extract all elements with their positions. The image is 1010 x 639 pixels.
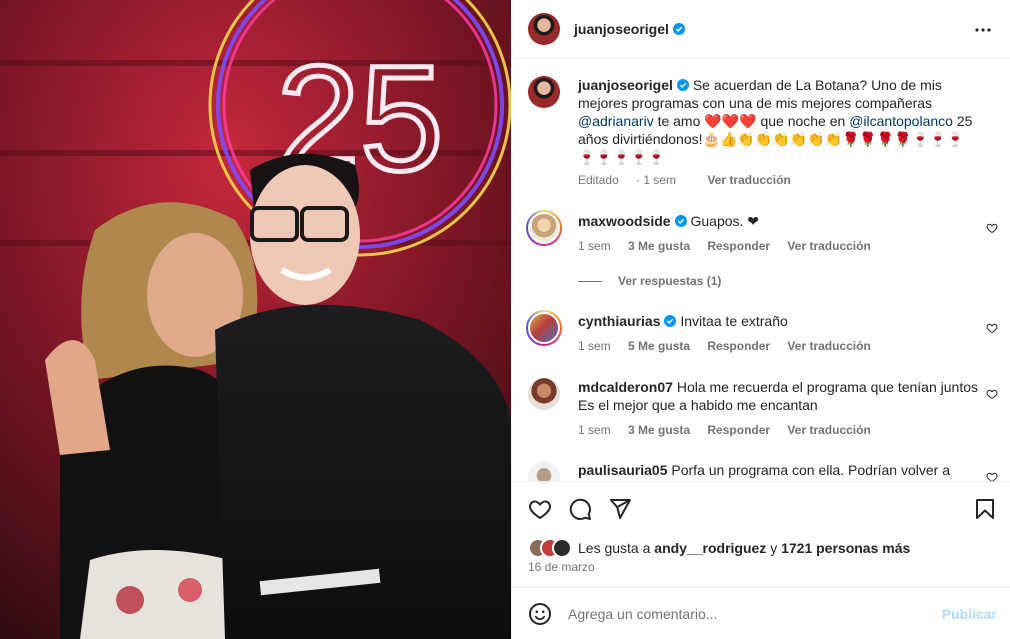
- comment-like-heart-icon[interactable]: [986, 471, 998, 481]
- comment-text: paulisauria05 Porfa un programa con ella…: [578, 462, 950, 478]
- author-avatar[interactable]: [528, 76, 560, 108]
- comment-item: maxwoodside Guapos. ❤ 1 sem 3 Me gusta R…: [526, 210, 998, 294]
- commenter-avatar[interactable]: [528, 378, 560, 410]
- comment-username[interactable]: cynthiaurias: [578, 313, 660, 329]
- bookmark-icon[interactable]: [973, 497, 997, 521]
- translate-button[interactable]: Ver traducción: [787, 339, 870, 353]
- liker-username[interactable]: andy__rodriguez: [654, 540, 766, 556]
- comment-likes-count[interactable]: 3 Me gusta: [628, 423, 690, 437]
- story-ring[interactable]: [526, 310, 562, 346]
- translate-button[interactable]: Ver traducción: [707, 173, 790, 187]
- translate-button[interactable]: Ver traducción: [787, 423, 870, 437]
- photo-illustration: 25: [0, 0, 511, 639]
- like-heart-icon[interactable]: [528, 497, 552, 521]
- post-photo[interactable]: 25: [0, 0, 511, 639]
- post-date[interactable]: 16 de marzo: [528, 560, 595, 574]
- verified-badge-icon: [676, 79, 689, 91]
- comment-meta: 1 sem 3 Me gusta Responder Ver traducció…: [578, 423, 871, 437]
- liker-avatar: [552, 538, 572, 558]
- likes-summary[interactable]: Les gusta a andy__rodriguez y 1721 perso…: [528, 538, 910, 558]
- verified-badge-icon: [672, 23, 685, 35]
- share-icon[interactable]: [608, 497, 632, 521]
- comment-username[interactable]: mdcalderon07: [578, 379, 673, 395]
- replies-line: [578, 280, 602, 282]
- post-actions: Les gusta a andy__rodriguez y 1721 perso…: [512, 481, 1010, 587]
- comments-list[interactable]: juanjoseorigel Se acuerdan de La Botana?…: [512, 60, 1010, 481]
- comment-text: maxwoodside Guapos. ❤: [578, 213, 760, 229]
- comment-meta: 1 sem 5 Me gusta Responder Ver traducció…: [578, 339, 871, 353]
- emoji-icon[interactable]: [528, 602, 552, 626]
- comment-icon[interactable]: [568, 497, 592, 521]
- more-options-icon[interactable]: [971, 18, 995, 42]
- comment-likes-count[interactable]: 3 Me gusta: [628, 239, 690, 253]
- post-header: juanjoseorigel: [512, 0, 1010, 59]
- edited-label: Editado · 1 sem: [578, 173, 677, 187]
- comment-like-heart-icon[interactable]: [986, 322, 998, 334]
- comment-like-heart-icon[interactable]: [986, 388, 998, 400]
- caption-comment: juanjoseorigel Se acuerdan de La Botana?…: [528, 76, 998, 196]
- author-username[interactable]: juanjoseorigel: [574, 21, 685, 37]
- comment-username[interactable]: maxwoodside: [578, 213, 671, 229]
- commenter-avatar: [528, 212, 560, 244]
- comment-likes-count[interactable]: 5 Me gusta: [628, 339, 690, 353]
- comment-text: mdcalderon07 Hola me recuerda el program…: [578, 379, 979, 413]
- mention-link[interactable]: @adrianariv: [578, 113, 654, 129]
- comment-meta: 1 sem 3 Me gusta Responder Ver traducció…: [578, 239, 871, 253]
- verified-badge-icon: [674, 215, 687, 227]
- caption-meta: Editado · 1 sem Ver traducción: [578, 173, 805, 187]
- verified-badge-icon: [664, 315, 677, 327]
- publish-button[interactable]: Publicar: [942, 606, 997, 622]
- translate-button[interactable]: Ver traducción: [787, 239, 870, 253]
- view-replies-button[interactable]: Ver respuestas (1): [578, 274, 721, 288]
- post-details-panel: juanjoseorigel juanjoseorigel Se acuerda…: [511, 0, 1010, 639]
- comment-item: mdcalderon07 Hola me recuerda el program…: [528, 378, 998, 448]
- likes-count[interactable]: 1721 personas más: [781, 540, 910, 556]
- reply-button[interactable]: Responder: [707, 339, 770, 353]
- caption-username[interactable]: juanjoseorigel: [578, 77, 673, 93]
- add-comment-bar: Publicar: [512, 587, 1010, 639]
- mention-link[interactable]: @ilcantopolanco: [849, 113, 953, 129]
- author-avatar[interactable]: [528, 13, 560, 45]
- story-ring[interactable]: [526, 210, 562, 246]
- comment-item: paulisauria05 Porfa un programa con ella…: [528, 461, 998, 481]
- caption-text: juanjoseorigel Se acuerdan de La Botana?…: [578, 77, 973, 165]
- commenter-avatar[interactable]: [528, 461, 560, 481]
- comment-like-heart-icon[interactable]: [986, 222, 998, 234]
- comment-username[interactable]: paulisauria05: [578, 462, 668, 478]
- comment-input[interactable]: [568, 604, 928, 624]
- comment-item: cynthiaurias Invitaa te extraño 1 sem 5 …: [526, 310, 998, 362]
- commenter-avatar: [528, 312, 560, 344]
- instagram-post-modal: 25 juanjoseorigel juanjoseorigel Se acue…: [0, 0, 1010, 639]
- comment-text: cynthiaurias Invitaa te extraño: [578, 313, 788, 329]
- reply-button[interactable]: Responder: [707, 423, 770, 437]
- reply-button[interactable]: Responder: [707, 239, 770, 253]
